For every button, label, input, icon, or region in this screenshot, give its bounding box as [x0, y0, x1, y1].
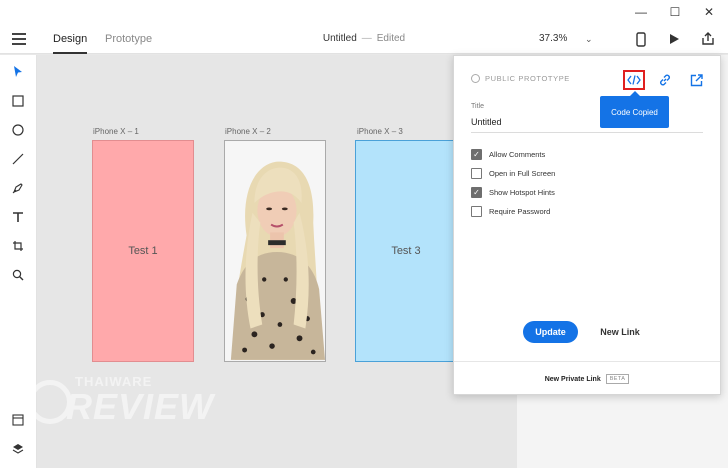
panel-header: PUBLIC PROTOTYPE [471, 74, 570, 83]
tab-prototype[interactable]: Prototype [105, 24, 152, 54]
option-label: Show Hotspot Hints [489, 188, 555, 197]
hamburger-menu-icon[interactable] [12, 33, 26, 45]
artboard-tool-icon[interactable] [9, 237, 27, 255]
share-icon[interactable] [699, 30, 717, 48]
watermark-logo: THAIWARE REVIEW [28, 370, 218, 440]
link-icon [660, 74, 670, 86]
tab-design[interactable]: Design [53, 24, 88, 54]
layers-panel-icon[interactable] [9, 440, 27, 458]
option-label: Require Password [489, 207, 551, 216]
artboard-label[interactable]: iPhone X – 3 [357, 127, 403, 136]
checkbox-checked[interactable]: ✓ [471, 149, 482, 160]
zoom-tool-icon[interactable] [9, 266, 27, 284]
option-require-password[interactable]: Require Password [471, 206, 550, 217]
artboard-iphone-x-1[interactable]: Test 1 [92, 140, 194, 362]
open-in-browser-button[interactable] [685, 70, 707, 90]
pen-tool-icon[interactable] [9, 179, 27, 197]
text-tool-icon[interactable] [9, 208, 27, 226]
option-label: Open in Full Screen [489, 169, 556, 178]
artboard-label[interactable]: iPhone X – 1 [93, 127, 139, 136]
title-label: Title [471, 103, 484, 110]
minimize-button[interactable]: — [624, 0, 658, 24]
embed-code-button[interactable] [623, 70, 645, 90]
watermark-big-text: REVIEW [66, 386, 215, 427]
artboard-iphone-x-2[interactable] [224, 140, 326, 362]
artboard-label[interactable]: iPhone X – 2 [225, 127, 271, 136]
option-show-hotspot-hints[interactable]: ✓ Show Hotspot Hints [471, 187, 555, 198]
option-open-full-screen[interactable]: Open in Full Screen [471, 168, 555, 179]
divider [454, 361, 720, 362]
artboard-iphone-x-3[interactable]: Test 3 [355, 140, 457, 362]
globe-icon [471, 74, 480, 83]
private-link-label: New Private Link [544, 375, 601, 383]
share-prototype-panel: PUBLIC PROTOTYPE Code Copied Title Untit… [453, 55, 721, 395]
option-label: Allow Comments [489, 150, 546, 159]
copy-link-button[interactable] [654, 70, 676, 90]
play-icon[interactable] [665, 30, 683, 48]
checkbox-unchecked[interactable] [471, 206, 482, 217]
select-tool-icon[interactable] [9, 62, 27, 80]
line-tool-icon[interactable] [9, 150, 27, 168]
document-name: Untitled [322, 33, 357, 44]
maximize-button[interactable]: ☐ [658, 0, 692, 24]
device-preview-icon[interactable] [632, 30, 650, 48]
beta-badge: BETA [605, 374, 630, 384]
checkbox-checked[interactable]: ✓ [471, 187, 482, 198]
panel-header-text: PUBLIC PROTOTYPE [485, 74, 570, 83]
close-button[interactable]: ✕ [692, 0, 726, 24]
artboard-text: Test 1 [128, 245, 158, 257]
assets-panel-icon[interactable] [9, 411, 27, 429]
top-toolbar: Design Prototype Untitled — Edited 37.3% ⌄ [0, 24, 728, 54]
checkbox-unchecked[interactable] [471, 168, 482, 179]
external-link-icon [690, 73, 703, 86]
artboard-text: Test 3 [391, 245, 421, 257]
title-input[interactable]: Untitled [471, 115, 703, 133]
document-state: Edited [376, 33, 406, 44]
code-icon [627, 75, 641, 85]
new-private-link-button[interactable]: New Private Link BETA [454, 374, 720, 384]
title-separator: — [361, 33, 372, 44]
option-allow-comments[interactable]: ✓ Allow Comments [471, 149, 545, 160]
rectangle-tool-icon[interactable] [9, 92, 27, 110]
portrait-photo [225, 142, 325, 360]
window-titlebar: — ☐ ✕ [0, 0, 728, 24]
new-link-button[interactable]: New Link [594, 321, 646, 343]
ellipse-tool-icon[interactable] [9, 121, 27, 139]
zoom-level[interactable]: 37.3% [539, 24, 567, 54]
update-button[interactable]: Update [523, 321, 578, 343]
chevron-down-icon[interactable]: ⌄ [585, 24, 593, 54]
